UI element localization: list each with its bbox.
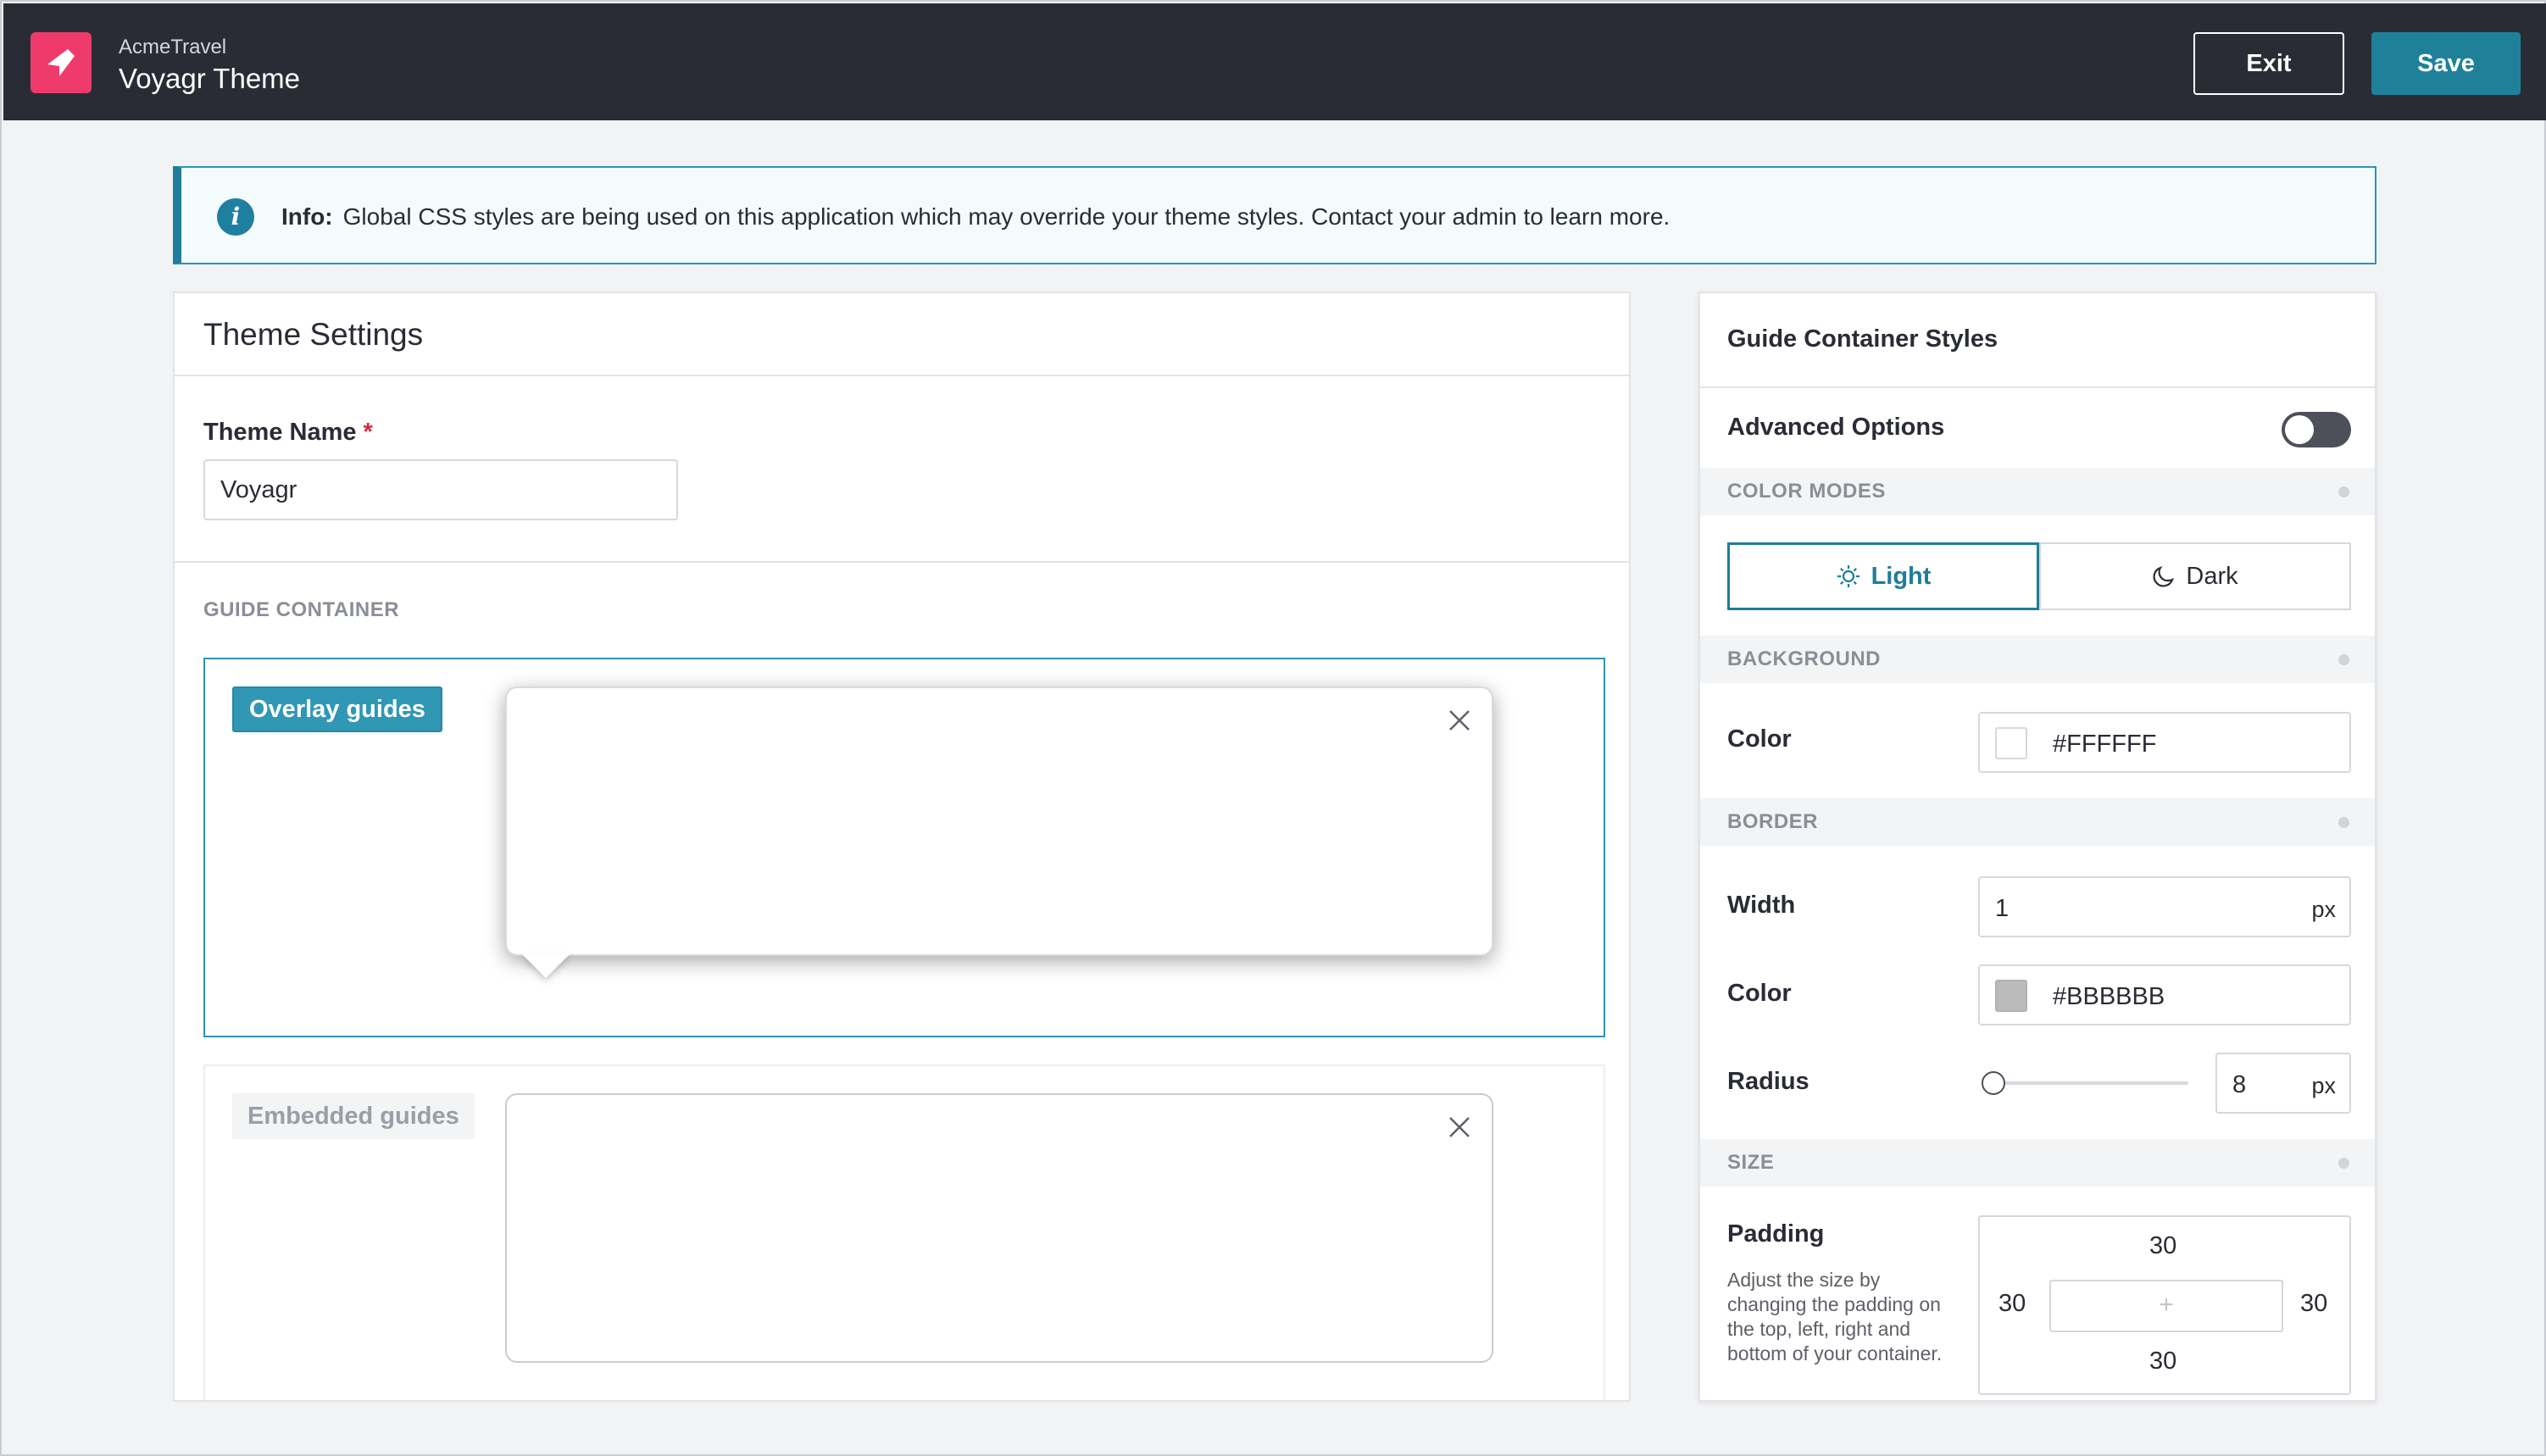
- guide-container-caption: GUIDE CONTAINER: [203, 598, 400, 621]
- section-dot-icon: [2338, 486, 2349, 497]
- padding-center-box: +: [2049, 1280, 2283, 1332]
- panel-title: Theme Settings: [203, 317, 424, 352]
- overlay-guides-tag: Overlay guides: [232, 686, 442, 732]
- save-button[interactable]: Save: [2371, 32, 2521, 95]
- size-header: SIZE: [1700, 1139, 2375, 1186]
- info-banner: i Info: Global CSS styles are being used …: [173, 166, 2376, 264]
- theme-title: Voyagr Theme: [119, 63, 301, 94]
- guide-container-styles-panel: Guide Container Styles Advanced Options …: [1698, 292, 2376, 1402]
- theme-name-label-text: Theme Name: [203, 419, 357, 446]
- required-marker: *: [363, 419, 373, 446]
- theme-name-input[interactable]: [203, 459, 678, 520]
- dark-mode-label: Dark: [2186, 562, 2238, 590]
- exit-button[interactable]: Exit: [2193, 32, 2344, 95]
- background-color-value: #FFFFFF: [2053, 731, 2157, 758]
- app-logo-icon: [31, 32, 92, 93]
- embedded-guides-option[interactable]: Embedded guides: [203, 1064, 1605, 1400]
- background-color-swatch[interactable]: [1995, 727, 2027, 759]
- org-name: AcmeTravel: [119, 36, 227, 58]
- top-bar: AcmeTravel Voyagr Theme Exit Save: [3, 3, 2546, 120]
- divider: [1700, 386, 2375, 388]
- border-color-input[interactable]: #BBBBBB: [1978, 964, 2351, 1025]
- light-mode-button[interactable]: Light: [1727, 542, 2039, 610]
- color-modes-header: COLOR MODES: [1700, 468, 2375, 515]
- divider: [175, 561, 1629, 563]
- border-width-label: Width: [1727, 892, 1796, 919]
- theme-settings-panel: Theme Settings Theme Name* GUIDE CONTAIN…: [173, 292, 1631, 1402]
- color-modes-header-text: COLOR MODES: [1727, 480, 1886, 503]
- divider: [175, 375, 1629, 376]
- info-label: Info:: [281, 203, 333, 230]
- border-header-text: BORDER: [1727, 810, 1819, 833]
- background-header: BACKGROUND: [1700, 636, 2375, 683]
- styles-panel-title: Guide Container Styles: [1727, 325, 1998, 353]
- border-width-input[interactable]: 1 px: [1978, 876, 2351, 937]
- sun-icon: [1837, 565, 1859, 587]
- border-radius-value: 8: [2232, 1071, 2247, 1098]
- background-header-text: BACKGROUND: [1727, 647, 1881, 670]
- overlay-guides-option[interactable]: Overlay guides: [203, 658, 1605, 1037]
- theme-name-label: Theme Name *: [203, 419, 373, 447]
- advanced-options-label: Advanced Options: [1727, 414, 1945, 441]
- border-header: BORDER: [1700, 798, 2375, 846]
- size-header-text: SIZE: [1727, 1151, 1775, 1174]
- embedded-guide-preview: [505, 1093, 1493, 1363]
- padding-left-value[interactable]: 30: [1998, 1290, 2026, 1318]
- info-message: Info: Global CSS styles are being used on…: [281, 203, 1670, 231]
- border-color-label: Color: [1727, 980, 1792, 1007]
- overlay-guide-preview: [505, 686, 1493, 978]
- moon-icon: [2153, 565, 2175, 587]
- border-color-value: #BBBBBB: [2053, 983, 2165, 1010]
- embedded-guides-tag: Embedded guides: [232, 1093, 475, 1139]
- app-window: AcmeTravel Voyagr Theme Exit Save i Info…: [0, 0, 2546, 1456]
- border-radius-input[interactable]: 8 px: [2215, 1053, 2351, 1114]
- border-color-swatch[interactable]: [1995, 980, 2027, 1012]
- border-radius-unit: px: [2311, 1073, 2336, 1098]
- light-mode-label: Light: [1871, 562, 1932, 590]
- radius-slider-track[interactable]: [1988, 1081, 2188, 1085]
- advanced-options-toggle[interactable]: [2282, 412, 2351, 447]
- close-icon[interactable]: [1446, 707, 1473, 734]
- border-width-value: 1: [1995, 895, 2010, 922]
- border-radius-label: Radius: [1727, 1068, 1809, 1095]
- padding-bottom-value[interactable]: 30: [2149, 1348, 2176, 1375]
- padding-top-value[interactable]: 30: [2149, 1232, 2176, 1260]
- dark-mode-button[interactable]: Dark: [2039, 542, 2351, 610]
- radius-slider-handle[interactable]: [1982, 1071, 2005, 1095]
- section-dot-icon: [2338, 1158, 2349, 1169]
- section-dot-icon: [2338, 654, 2349, 665]
- toggle-knob: [2285, 415, 2314, 444]
- padding-help-text: Adjust the size by changing the padding …: [1727, 1269, 1943, 1364]
- close-icon[interactable]: [1446, 1114, 1473, 1141]
- info-text: Global CSS styles are being used on this…: [342, 203, 1670, 230]
- padding-right-value[interactable]: 30: [2300, 1290, 2327, 1318]
- border-width-unit: px: [2311, 897, 2336, 922]
- background-color-label: Color: [1727, 725, 1792, 753]
- padding-label: Padding: [1727, 1220, 1825, 1248]
- section-dot-icon: [2338, 817, 2349, 828]
- background-color-input[interactable]: #FFFFFF: [1978, 712, 2351, 773]
- tooltip-pointer: [522, 954, 570, 978]
- info-icon: i: [217, 198, 254, 236]
- padding-editor: 30 30 30 30 +: [1978, 1215, 2351, 1395]
